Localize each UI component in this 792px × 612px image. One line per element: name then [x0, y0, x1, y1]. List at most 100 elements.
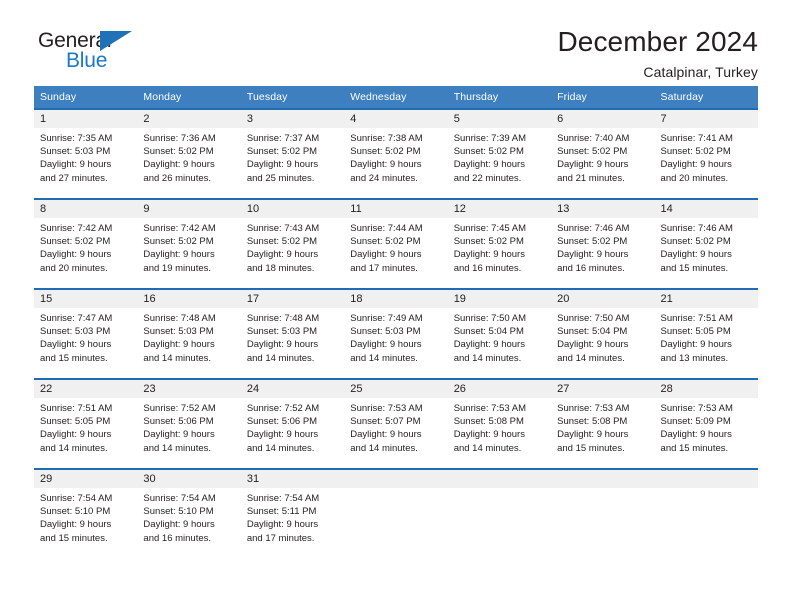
sunset-text: Sunset: 5:04 PM: [453, 326, 524, 338]
sunset-text: Sunset: 5:05 PM: [660, 326, 731, 338]
day-number: 1: [34, 110, 138, 128]
calendar-day-cell[interactable]: 27 Sunrise: 7:53 AM Sunset: 5:08 PM Dayligh…: [551, 378, 655, 469]
calendar-day-cell[interactable]: 24 Sunrise: 7:52 AM Sunset: 5:06 PM Dayligh…: [240, 378, 345, 469]
page-title: December 2024: [557, 26, 758, 57]
daylight-text-line1: Daylight: 9 hours: [350, 339, 422, 351]
calendar-day-cell[interactable]: 16 Sunrise: 7:48 AM Sunset: 5:03 PM Dayligh…: [137, 288, 241, 379]
sunset-text: Sunset: 5:11 PM: [246, 506, 317, 518]
calendar-day-cell[interactable]: 15 Sunrise: 7:47 AM Sunset: 5:03 PM Dayligh…: [34, 288, 138, 379]
day-details: Sunrise: 7:51 AM Sunset: 5:05 PM Daylight:…: [34, 398, 137, 455]
daylight-text-line1: Daylight: 9 hours: [453, 249, 525, 261]
day-details: Sunrise: 7:52 AM Sunset: 5:06 PM Daylight:…: [137, 398, 240, 455]
sunset-text: Sunset: 5:02 PM: [246, 146, 318, 158]
day-details: Sunrise: 7:36 AM Sunset: 5:02 PM Daylight:…: [137, 128, 240, 185]
calendar-day-cell[interactable]: 17 Sunrise: 7:48 AM Sunset: 5:03 PM Dayligh…: [240, 288, 345, 379]
day-details: Sunrise: 7:50 AM Sunset: 5:04 PM Daylight:…: [551, 308, 654, 365]
day-number: 3: [240, 110, 345, 128]
calendar-day-cell[interactable]: 13 Sunrise: 7:46 AM Sunset: 5:02 PM Dayligh…: [551, 198, 655, 289]
calendar-day-cell[interactable]: 8 Sunrise: 7:42 AM Sunset: 5:02 PM Daylight…: [34, 198, 138, 289]
daylight-text-line1: Daylight: 9 hours: [143, 339, 215, 351]
calendar-day-cell[interactable]: 7 Sunrise: 7:41 AM Sunset: 5:02 PM Daylight…: [654, 108, 758, 199]
calendar-day-cell[interactable]: 22 Sunrise: 7:51 AM Sunset: 5:05 PM Dayligh…: [34, 378, 138, 469]
day-details: Sunrise: 7:53 AM Sunset: 5:09 PM Daylight:…: [655, 398, 758, 455]
calendar-day-cell[interactable]: 11 Sunrise: 7:44 AM Sunset: 5:02 PM Dayligh…: [344, 198, 448, 289]
general-blue-logo[interactable]: General Blue: [38, 26, 158, 80]
day-number: 24: [240, 380, 345, 398]
sunrise-text: Sunrise: 7:54 AM: [246, 493, 320, 504]
daylight-text-line2: and 14 minutes.: [143, 352, 212, 364]
sunset-text: Sunset: 5:03 PM: [350, 326, 421, 338]
sunset-text: Sunset: 5:02 PM: [350, 236, 421, 248]
day-number: 6: [551, 110, 655, 128]
day-number: 13: [551, 200, 655, 218]
day-number: 14: [654, 200, 758, 218]
day-number: [344, 470, 448, 488]
calendar-day-cell[interactable]: 18 Sunrise: 7:49 AM Sunset: 5:03 PM Dayligh…: [344, 288, 448, 379]
calendar-day-cell[interactable]: 26 Sunrise: 7:53 AM Sunset: 5:08 PM Dayligh…: [447, 378, 552, 469]
calendar-day-cell[interactable]: 19 Sunrise: 7:50 AM Sunset: 5:04 PM Dayligh…: [447, 288, 552, 379]
sunrise-text: Sunrise: 7:51 AM: [660, 313, 733, 324]
sunset-text: Sunset: 5:02 PM: [557, 236, 628, 248]
calendar-day-cell[interactable]: 12 Sunrise: 7:45 AM Sunset: 5:02 PM Dayligh…: [447, 198, 552, 289]
sunrise-text: Sunrise: 7:36 AM: [143, 133, 216, 144]
sunset-text: Sunset: 5:06 PM: [143, 416, 214, 428]
sunrise-text: Sunrise: 7:46 AM: [557, 223, 630, 234]
weekday-header-sunday: Sunday: [34, 86, 138, 109]
calendar-day-cell[interactable]: 2 Sunrise: 7:36 AM Sunset: 5:02 PM Daylight…: [137, 108, 241, 199]
daylight-text-line1: Daylight: 9 hours: [246, 249, 319, 261]
daylight-text-line2: and 26 minutes.: [143, 172, 212, 184]
calendar-day-cell[interactable]: 28 Sunrise: 7:53 AM Sunset: 5:09 PM Dayligh…: [654, 378, 758, 469]
sunrise-text: Sunrise: 7:53 AM: [350, 403, 423, 414]
daylight-text-line2: and 15 minutes.: [557, 442, 625, 454]
sunrise-text: Sunrise: 7:51 AM: [40, 403, 113, 414]
day-number: 22: [34, 380, 138, 398]
sunset-text: Sunset: 5:03 PM: [143, 326, 214, 338]
triangle-flag-icon: [100, 31, 132, 51]
calendar-day-cell[interactable]: 6 Sunrise: 7:40 AM Sunset: 5:02 PM Daylight…: [551, 108, 655, 199]
daylight-text-line1: Daylight: 9 hours: [557, 159, 629, 171]
day-details: Sunrise: 7:42 AM Sunset: 5:02 PM Daylight:…: [137, 218, 240, 275]
location-subtitle: Catalpinar, Turkey: [643, 64, 758, 81]
daylight-text-line2: and 20 minutes.: [660, 172, 729, 184]
daylight-text-line2: and 15 minutes.: [660, 262, 729, 274]
day-number: 9: [137, 200, 241, 218]
calendar-day-cell[interactable]: 21 Sunrise: 7:51 AM Sunset: 5:05 PM Dayligh…: [654, 288, 758, 379]
daylight-text-line2: and 21 minutes.: [557, 172, 625, 184]
weekday-header-tuesday: Tuesday: [240, 86, 345, 109]
calendar-day-cell[interactable]: 23 Sunrise: 7:52 AM Sunset: 5:06 PM Dayligh…: [137, 378, 241, 469]
daylight-text-line2: and 14 minutes.: [350, 352, 418, 364]
calendar-day-cell[interactable]: 3 Sunrise: 7:37 AM Sunset: 5:02 PM Daylight…: [240, 108, 345, 199]
calendar-day-cell[interactable]: 29 Sunrise: 7:54 AM Sunset: 5:10 PM Dayligh…: [34, 468, 138, 558]
day-number: 11: [344, 200, 448, 218]
sunset-text: Sunset: 5:02 PM: [143, 236, 214, 248]
day-details: Sunrise: 7:43 AM Sunset: 5:02 PM Daylight:…: [241, 218, 344, 275]
weekday-header-wednesday: Wednesday: [344, 86, 448, 109]
sunrise-text: Sunrise: 7:43 AM: [246, 223, 320, 234]
daylight-text-line2: and 14 minutes.: [40, 442, 108, 454]
day-number: 15: [34, 290, 138, 308]
calendar-day-cell[interactable]: 9 Sunrise: 7:42 AM Sunset: 5:02 PM Daylight…: [137, 198, 241, 289]
day-number: 18: [344, 290, 448, 308]
calendar-day-cell[interactable]: 10 Sunrise: 7:43 AM Sunset: 5:02 PM Dayligh…: [240, 198, 345, 289]
day-details: Sunrise: 7:42 AM Sunset: 5:02 PM Daylight:…: [34, 218, 137, 275]
day-number: 27: [551, 380, 655, 398]
sunset-text: Sunset: 5:05 PM: [40, 416, 111, 428]
sunrise-text: Sunrise: 7:37 AM: [246, 133, 320, 144]
day-details: Sunrise: 7:46 AM Sunset: 5:02 PM Daylight:…: [551, 218, 654, 275]
daylight-text-line1: Daylight: 9 hours: [660, 159, 732, 171]
sunset-text: Sunset: 5:02 PM: [143, 146, 214, 158]
calendar-day-cell[interactable]: 14 Sunrise: 7:46 AM Sunset: 5:02 PM Dayligh…: [654, 198, 758, 289]
daylight-text-line1: Daylight: 9 hours: [143, 519, 215, 531]
calendar-day-cell[interactable]: 30 Sunrise: 7:54 AM Sunset: 5:10 PM Dayligh…: [137, 468, 241, 558]
day-number: 12: [447, 200, 552, 218]
calendar-day-cell[interactable]: 5 Sunrise: 7:39 AM Sunset: 5:02 PM Daylight…: [447, 108, 552, 199]
calendar-day-cell[interactable]: 20 Sunrise: 7:50 AM Sunset: 5:04 PM Dayligh…: [551, 288, 655, 379]
day-number: 16: [137, 290, 241, 308]
calendar-day-cell[interactable]: 31 Sunrise: 7:54 AM Sunset: 5:11 PM Dayligh…: [240, 468, 345, 558]
calendar-day-cell[interactable]: 1 Sunrise: 7:35 AM Sunset: 5:03 PM Daylight…: [34, 108, 138, 199]
daylight-text-line1: Daylight: 9 hours: [557, 339, 629, 351]
calendar-day-cell[interactable]: 4 Sunrise: 7:38 AM Sunset: 5:02 PM Daylight…: [344, 108, 448, 199]
sunset-text: Sunset: 5:02 PM: [660, 236, 731, 248]
calendar-day-cell[interactable]: 25 Sunrise: 7:53 AM Sunset: 5:07 PM Dayligh…: [344, 378, 448, 469]
sunrise-text: Sunrise: 7:50 AM: [453, 313, 527, 324]
